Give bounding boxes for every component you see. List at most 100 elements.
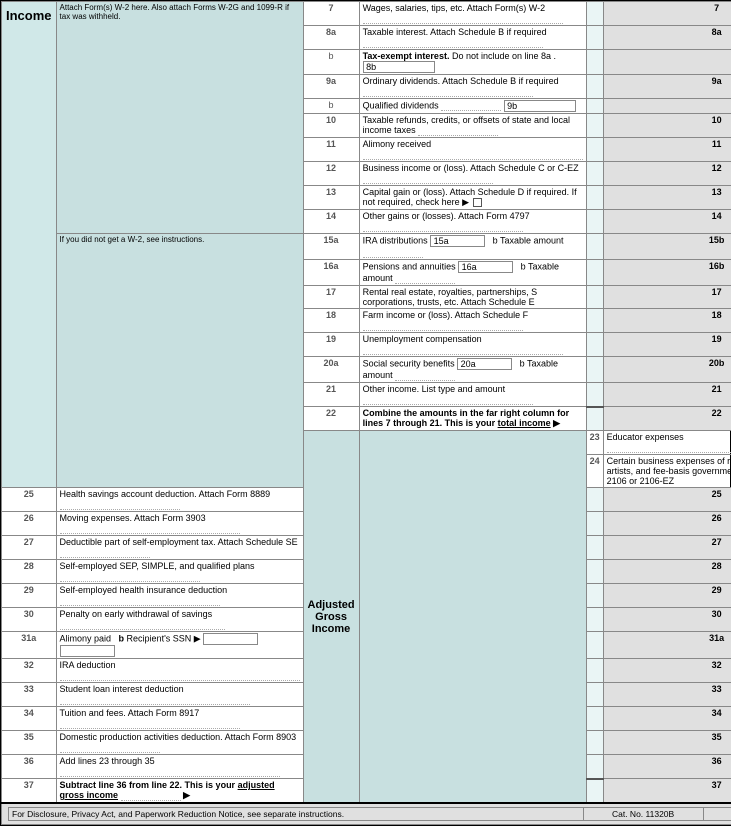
line-11-input[interactable] bbox=[586, 138, 603, 162]
line-16a-desc: Pensions and annuities 16a b Taxable amo… bbox=[359, 260, 586, 286]
line-24-num: 24 bbox=[586, 455, 603, 488]
line-14-num: 14 bbox=[303, 210, 359, 234]
footer-row: For Disclosure, Privacy Act, and Paperwo… bbox=[2, 803, 731, 825]
line-7-end: 7 bbox=[603, 2, 731, 26]
line-37-num: 37 bbox=[2, 779, 57, 804]
line-10-input[interactable] bbox=[586, 114, 603, 138]
line-8a-end: 8a bbox=[603, 26, 731, 50]
line-12-num: 12 bbox=[303, 162, 359, 186]
line-10-desc: Taxable refunds, credits, or offsets of … bbox=[359, 114, 586, 138]
line-23-desc: Educator expenses bbox=[603, 431, 731, 455]
adjusted-side bbox=[359, 431, 586, 804]
line-31a-ssn-input[interactable] bbox=[203, 633, 258, 645]
line-12-input[interactable] bbox=[586, 162, 603, 186]
line-18-input[interactable] bbox=[586, 309, 603, 333]
line-33-input[interactable] bbox=[586, 683, 603, 707]
line-22-input[interactable] bbox=[586, 407, 603, 431]
line-28-input[interactable] bbox=[586, 560, 603, 584]
line-15a-inline-input[interactable]: 15a bbox=[430, 235, 485, 247]
line-21-end: 21 bbox=[603, 383, 731, 407]
line-31a-ssn-input2[interactable] bbox=[60, 645, 115, 657]
line-26-input[interactable] bbox=[586, 512, 603, 536]
line-31a-input[interactable] bbox=[586, 632, 603, 659]
line-35-input[interactable] bbox=[586, 731, 603, 755]
line-15a-num: 15a bbox=[303, 234, 359, 260]
line-26-num: 26 bbox=[2, 512, 57, 536]
line-37-desc: Subtract line 36 from line 22. This is y… bbox=[56, 779, 303, 804]
line-8a-input[interactable] bbox=[586, 26, 603, 50]
line-33-end: 33 bbox=[603, 683, 731, 707]
line-14-input[interactable] bbox=[586, 210, 603, 234]
line-11-num: 11 bbox=[303, 138, 359, 162]
line-24-desc: Certain business expenses of reservists,… bbox=[603, 455, 731, 488]
line-22-end: 22 bbox=[603, 407, 731, 431]
line-20b-input[interactable] bbox=[586, 357, 603, 383]
line-27-end: 27 bbox=[603, 536, 731, 560]
line-21-input[interactable] bbox=[586, 383, 603, 407]
line-27-input[interactable] bbox=[586, 536, 603, 560]
line-9b-desc: Qualified dividends 9b bbox=[359, 99, 586, 114]
footer-form: Form 1040 (2016) bbox=[703, 808, 731, 821]
income-side-note-1: Attach Form(s) W-2 here. Also attach For… bbox=[56, 2, 303, 234]
line-17-input[interactable] bbox=[586, 286, 603, 309]
line-30-end: 30 bbox=[603, 608, 731, 632]
line-12-desc: Business income or (loss). Attach Schedu… bbox=[359, 162, 586, 186]
line-30-input[interactable] bbox=[586, 608, 603, 632]
line-29-desc: Self-employed health insurance deduction bbox=[56, 584, 303, 608]
line-8a-desc: Taxable interest. Attach Schedule B if r… bbox=[359, 26, 586, 50]
line-9a-num: 9a bbox=[303, 75, 359, 99]
line-16a-inline-input[interactable]: 16a bbox=[458, 261, 513, 273]
line-32-end: 32 bbox=[603, 659, 731, 683]
line-25-end: 25 bbox=[603, 488, 731, 512]
line-20a-inline-input[interactable]: 20a bbox=[457, 358, 512, 370]
line-36-input[interactable] bbox=[586, 755, 603, 779]
line-36-end: 36 bbox=[603, 755, 731, 779]
line-26-end: 26 bbox=[603, 512, 731, 536]
line-32-input[interactable] bbox=[586, 659, 603, 683]
line-16b-end: 16b bbox=[603, 260, 731, 286]
line-9a-desc: Ordinary dividends. Attach Schedule B if… bbox=[359, 75, 586, 99]
line-19-input[interactable] bbox=[586, 333, 603, 357]
line-8b-inline-input[interactable]: 8b bbox=[363, 61, 435, 73]
line-36-desc: Add lines 23 through 35 bbox=[56, 755, 303, 779]
line-15b-end: 15b bbox=[603, 234, 731, 260]
line-11-desc: Alimony received bbox=[359, 138, 586, 162]
line-10-end: 10 bbox=[603, 114, 731, 138]
line-7-num: 7 bbox=[303, 2, 359, 26]
line-17-num: 17 bbox=[303, 286, 359, 309]
line-35-desc: Domestic production activities deduction… bbox=[56, 731, 303, 755]
line-15b-input[interactable] bbox=[586, 234, 603, 260]
line-30-desc: Penalty on early withdrawal of savings bbox=[56, 608, 303, 632]
line-25-desc: Health savings account deduction. Attach… bbox=[56, 488, 303, 512]
line-7-input[interactable] bbox=[586, 2, 603, 26]
line-23-num: 23 bbox=[586, 431, 603, 455]
line-9b-inline-input[interactable]: 9b bbox=[504, 100, 576, 112]
line-33-desc: Student loan interest deduction bbox=[56, 683, 303, 707]
line-16b-input[interactable] bbox=[586, 260, 603, 286]
income-side-note-2: If you did not get a W-2, see instructio… bbox=[56, 234, 303, 488]
line-21-num: 21 bbox=[303, 383, 359, 407]
line-8a-num: 8a bbox=[303, 26, 359, 50]
line-9a-input[interactable] bbox=[586, 75, 603, 99]
line-14-desc: Other gains or (losses). Attach Form 479… bbox=[359, 210, 586, 234]
line-7-desc: Wages, salaries, tips, etc. Attach Form(… bbox=[359, 2, 586, 26]
line-34-num: 34 bbox=[2, 707, 57, 731]
line-37-end: 37 bbox=[603, 779, 731, 804]
line-34-end: 34 bbox=[603, 707, 731, 731]
line-22-desc: Combine the amounts in the far right col… bbox=[359, 407, 586, 431]
line-19-num: 19 bbox=[303, 333, 359, 357]
line-13-checkbox[interactable] bbox=[473, 198, 482, 207]
footer-cat: Cat. No. 11320B bbox=[583, 808, 703, 821]
line-29-input[interactable] bbox=[586, 584, 603, 608]
line-32-num: 32 bbox=[2, 659, 57, 683]
line-27-desc: Deductible part of self-employment tax. … bbox=[56, 536, 303, 560]
line-18-end: 18 bbox=[603, 309, 731, 333]
line-34-input[interactable] bbox=[586, 707, 603, 731]
line-13-input[interactable] bbox=[586, 186, 603, 210]
line-8b-desc: Tax-exempt interest. Do not include on l… bbox=[359, 50, 586, 75]
line-25-input[interactable] bbox=[586, 488, 603, 512]
line-13-end: 13 bbox=[603, 186, 731, 210]
line-18-desc: Farm income or (loss). Attach Schedule F bbox=[359, 309, 586, 333]
line-37-input[interactable] bbox=[586, 779, 603, 804]
line-31a-desc: Alimony paid b Recipient's SSN ▶ bbox=[56, 632, 303, 659]
